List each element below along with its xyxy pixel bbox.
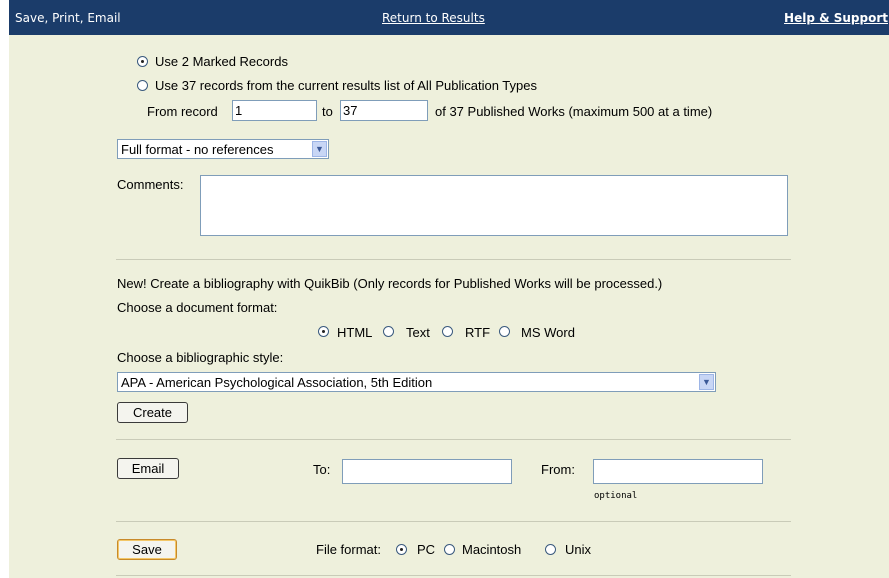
doc-format-label: Choose a document format: (117, 300, 278, 315)
radio-use-all[interactable] (137, 80, 148, 91)
divider (116, 259, 791, 260)
email-from-input[interactable] (593, 459, 763, 484)
email-button[interactable]: Email (117, 458, 179, 479)
chevron-down-icon: ▼ (312, 141, 327, 157)
radio-file-macintosh[interactable] (444, 544, 455, 555)
radio-file-pc[interactable] (396, 544, 407, 555)
return-to-results-link[interactable]: Return to Results (382, 11, 485, 25)
comments-textarea[interactable] (200, 175, 788, 236)
left-margin (0, 0, 9, 578)
file-format-label: File format: (316, 542, 382, 557)
divider (116, 575, 791, 576)
use-all-label: Use 37 records from the current results … (155, 78, 537, 93)
email-to-label: To: (313, 462, 331, 477)
header-bar: Save, Print, Email Return to Results Hel… (9, 0, 889, 35)
divider (116, 439, 791, 440)
create-button[interactable]: Create (117, 402, 188, 423)
comments-label: Comments: (117, 177, 184, 192)
style-select[interactable]: APA - American Psychological Association… (117, 372, 716, 392)
radio-format-rtf[interactable] (442, 326, 453, 337)
style-select-value: APA - American Psychological Association… (121, 375, 433, 390)
help-support-link[interactable]: Help & Support (784, 11, 888, 25)
save-button[interactable]: Save (117, 539, 177, 560)
format-html-label: HTML (337, 325, 373, 340)
chevron-down-icon: ▼ (699, 374, 714, 390)
radio-file-unix[interactable] (545, 544, 556, 555)
range-note: of 37 Published Works (maximum 500 at a … (435, 104, 713, 119)
radio-use-marked[interactable] (137, 56, 148, 67)
radio-format-msword[interactable] (499, 326, 510, 337)
to-record-input[interactable] (340, 100, 428, 121)
style-label: Choose a bibliographic style: (117, 350, 284, 365)
divider (116, 521, 791, 522)
email-from-label: From: (541, 462, 575, 477)
radio-format-html[interactable] (318, 326, 329, 337)
email-from-hint: optional (594, 491, 638, 501)
from-record-input[interactable] (232, 100, 317, 121)
file-pc-label: PC (417, 542, 436, 557)
format-rtf-label: RTF (465, 325, 491, 340)
format-msword-label: MS Word (521, 325, 575, 340)
to-record-label: to (322, 104, 333, 119)
format-select-value: Full format - no references (121, 142, 274, 157)
file-macintosh-label: Macintosh (462, 542, 522, 557)
format-text-label: Text (406, 325, 430, 340)
email-to-input[interactable] (342, 459, 512, 484)
format-select[interactable]: Full format - no references ▼ (117, 139, 329, 159)
file-unix-label: Unix (565, 542, 592, 557)
radio-format-text[interactable] (383, 326, 394, 337)
from-record-label: From record (147, 104, 218, 119)
use-marked-label: Use 2 Marked Records (155, 54, 288, 69)
page-title: Save, Print, Email (15, 11, 121, 25)
quikbib-intro: New! Create a bibliography with QuikBib … (117, 276, 663, 291)
